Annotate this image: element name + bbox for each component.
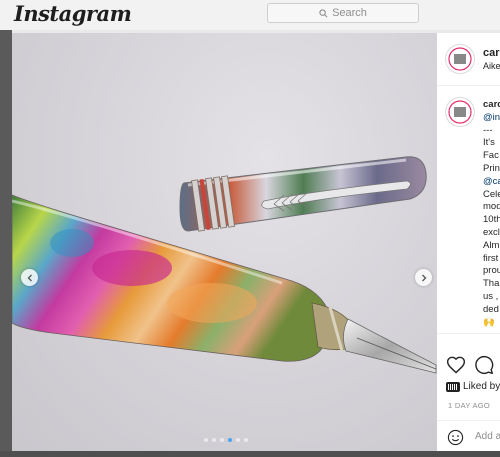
caption-avatar[interactable] — [445, 97, 475, 127]
profile-avatar-icon — [448, 100, 472, 124]
caption-lines: @in---It'sFacPrin @caCelemod10thexclAlmfi… — [483, 112, 500, 333]
caption-line: 🙌 — [483, 316, 495, 328]
post-photo[interactable] — [12, 33, 437, 451]
search-icon — [319, 8, 328, 17]
caption-line: mod — [483, 201, 500, 213]
carousel-dot — [212, 438, 216, 442]
fountain-pen-image — [12, 156, 437, 374]
avatar[interactable] — [445, 44, 475, 74]
caption-area: carc @in---It'sFacPrin @caCelemod10thexcl… — [437, 87, 500, 334]
caption-line: prou — [483, 265, 500, 277]
emoji-icon[interactable] — [447, 429, 464, 446]
comment-box: Add a — [437, 420, 500, 451]
comment-input[interactable]: Add a — [475, 431, 500, 442]
liker-avatar — [446, 381, 460, 392]
liked-by-text: Liked by — [463, 381, 500, 392]
caption-line: Alm — [483, 239, 500, 251]
carousel-dot — [204, 438, 208, 442]
profile-avatar-icon — [448, 47, 472, 71]
post-header: carc Aiken — [437, 33, 500, 86]
search-placeholder: Search — [332, 7, 367, 19]
previous-slide-button[interactable] — [21, 269, 38, 286]
caption-line[interactable]: @in — [483, 112, 500, 125]
comment-icon[interactable] — [474, 355, 494, 375]
caption-line — [483, 329, 500, 333]
caption-line: excl — [483, 226, 500, 238]
caption-line: Cele — [483, 188, 500, 200]
liked-by-summary[interactable]: Liked by — [446, 381, 500, 392]
post-username[interactable]: carc — [483, 47, 500, 59]
carousel-dot — [236, 438, 240, 442]
top-navigation-bar: Instagram Search — [0, 0, 500, 30]
caption-line[interactable]: @ca — [483, 176, 500, 189]
action-bar — [437, 355, 494, 375]
caption-line: Tha — [483, 278, 500, 290]
caption-line: us , — [483, 290, 499, 302]
carousel-indicator — [204, 438, 248, 442]
caption-line: Fac — [483, 150, 499, 162]
post-timestamp[interactable]: 1 DAY AGO — [448, 401, 490, 410]
next-slide-button[interactable] — [415, 269, 432, 286]
chevron-left-icon — [27, 274, 32, 281]
carousel-dot — [220, 438, 224, 442]
heart-icon[interactable] — [446, 355, 466, 375]
instagram-logo[interactable]: Instagram — [14, 1, 132, 26]
caption-line: --- — [483, 124, 493, 136]
modal-backdrop-bottom[interactable] — [0, 451, 500, 457]
search-input[interactable]: Search — [267, 3, 419, 23]
modal-backdrop[interactable] — [0, 30, 12, 457]
caption-line: first — [483, 252, 499, 264]
caption-line: It's — [483, 137, 495, 149]
post-details-panel: carc Aiken carc @in---It'sFacPrin @caCele… — [437, 33, 500, 451]
caption-line: 10th — [483, 214, 500, 226]
caption-line: Prin — [483, 162, 500, 174]
caption-line: ded — [483, 303, 499, 315]
caption-username[interactable]: carc — [483, 99, 500, 112]
carousel-dot — [244, 438, 248, 442]
post-location[interactable]: Aiken — [483, 61, 500, 71]
caption-text: carc @in---It'sFacPrin @caCelemod10thexcl… — [483, 99, 500, 333]
chevron-right-icon — [421, 274, 426, 281]
carousel-dot — [228, 438, 232, 442]
